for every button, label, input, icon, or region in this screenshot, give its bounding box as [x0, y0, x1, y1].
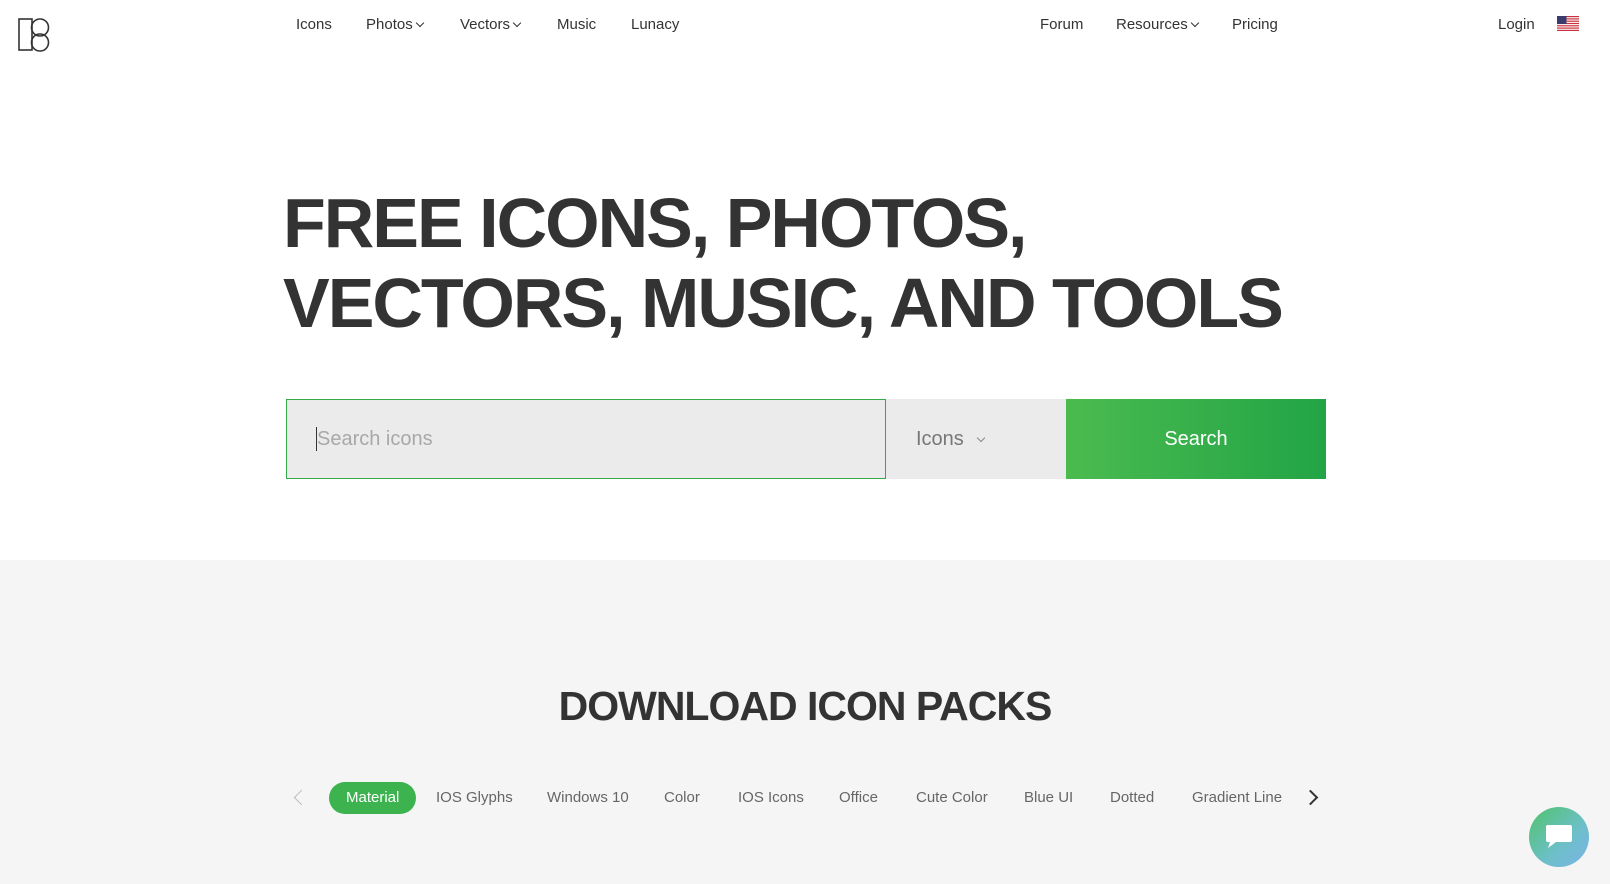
nav-pricing-label: Pricing: [1232, 16, 1278, 33]
pack-tab-ios-icons[interactable]: IOS Icons: [738, 782, 804, 814]
pack-tab-gradient-line[interactable]: Gradient Line: [1192, 782, 1282, 814]
chevron-left-icon[interactable]: [293, 789, 310, 806]
us-flag-icon[interactable]: [1557, 16, 1579, 31]
nav-vectors-label: Vectors: [460, 16, 511, 33]
nav-music[interactable]: Music: [557, 16, 596, 33]
chevron-down-icon: [415, 18, 424, 27]
chat-bubble-icon: [1546, 825, 1572, 848]
nav-resources[interactable]: Resources: [1116, 16, 1199, 33]
nav-forum[interactable]: Forum: [1040, 16, 1083, 33]
search-bar: Icons Search: [286, 399, 1326, 479]
search-type-select[interactable]: Icons: [886, 399, 1066, 479]
nav-photos[interactable]: Photos: [366, 16, 424, 33]
search-button[interactable]: Search: [1066, 399, 1326, 479]
nav-pricing[interactable]: Pricing: [1232, 16, 1278, 33]
pack-tab-color[interactable]: Color: [664, 782, 700, 814]
packs-title: DOWNLOAD ICON PACKS: [558, 683, 1053, 729]
pack-tab-windows-10[interactable]: Windows 10: [547, 782, 629, 814]
chat-button[interactable]: [1529, 807, 1589, 867]
chevron-down-icon: [976, 433, 986, 443]
login-label: Login: [1498, 16, 1535, 33]
search-input[interactable]: [286, 399, 886, 479]
icon-packs-section: DOWNLOAD ICON PACKS Material IOS Glyphs …: [0, 560, 1610, 884]
chevron-right-icon[interactable]: [1302, 789, 1319, 806]
hero-title: FREE ICONS, PHOTOS, VECTORS, MUSIC, AND …: [283, 184, 1284, 342]
pack-tabs: Material IOS Glyphs Windows 10 Color IOS…: [0, 782, 1610, 814]
chevron-down-icon: [512, 18, 522, 27]
pack-tab-material[interactable]: Material: [329, 782, 417, 814]
nav-photos-label: Photos: [366, 16, 413, 33]
pack-tab-dotted[interactable]: Dotted: [1110, 782, 1154, 814]
nav-music-label: Music: [557, 16, 597, 33]
nav-resources-label: Resources: [1116, 16, 1188, 33]
nav-lunacy-label: Lunacy: [631, 16, 680, 33]
nav-icons[interactable]: Icons: [296, 16, 332, 33]
nav-vectors[interactable]: Vectors: [460, 16, 522, 33]
search-type-label: Icons: [916, 427, 964, 450]
nav-icons-label: Icons: [296, 16, 332, 33]
pack-tab-cute-color[interactable]: Cute Color: [916, 782, 988, 814]
nav-forum-label: Forum: [1040, 16, 1084, 33]
chevron-down-icon: [1190, 18, 1199, 27]
top-header: Icons Photos Vectors Music Lunacy Forum …: [0, 0, 1610, 52]
nav-lunacy[interactable]: Lunacy: [631, 16, 679, 33]
login-link[interactable]: Login: [1498, 16, 1535, 33]
pack-tab-ios-glyphs[interactable]: IOS Glyphs: [436, 782, 513, 814]
logo-icon[interactable]: [18, 18, 50, 52]
pack-tab-blue-ui[interactable]: Blue UI: [1024, 782, 1073, 814]
pack-tab-office[interactable]: Office: [839, 782, 878, 814]
text-caret: [316, 427, 317, 451]
